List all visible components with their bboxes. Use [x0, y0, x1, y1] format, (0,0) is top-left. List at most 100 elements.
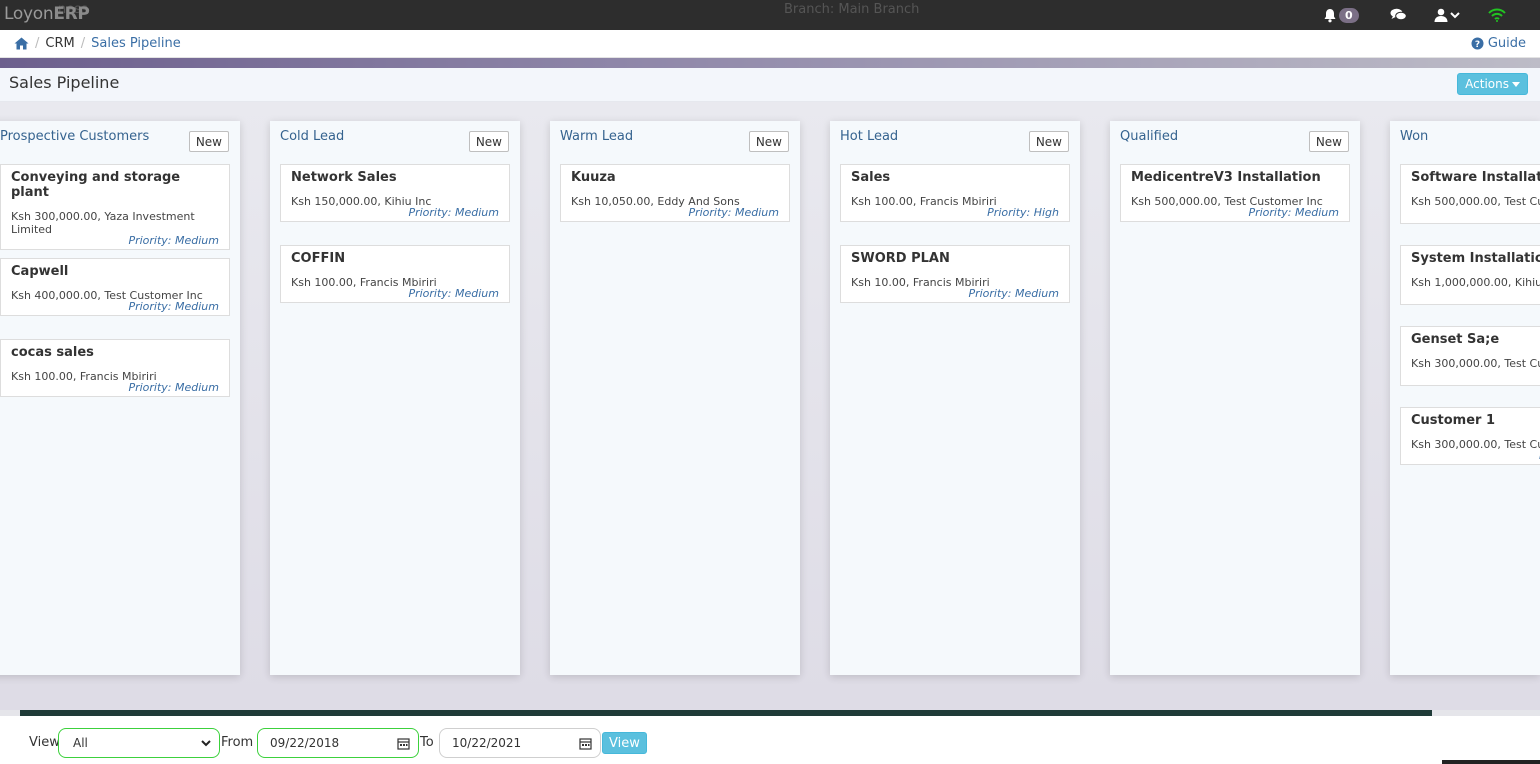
page-title: Sales Pipeline: [9, 73, 120, 92]
deal-title: System Installation: [1411, 251, 1540, 266]
deal-title: Sales: [851, 170, 891, 185]
deal-title: Network Sales: [291, 170, 397, 185]
chat-icon: [1390, 8, 1407, 21]
deal-card[interactable]: Kuuza Ksh 10,050.00, Eddy And Sons Prior…: [560, 164, 790, 222]
guide-label: Guide: [1487, 36, 1526, 51]
caret-down-icon: [1450, 12, 1460, 19]
guide-link[interactable]: ? Guide: [1471, 36, 1526, 51]
column-title: Hot Lead: [840, 129, 899, 144]
deal-priority: Priority: Medium: [128, 381, 219, 394]
to-date-input[interactable]: 10/22/2021: [439, 728, 601, 758]
deal-title: Customer 1: [1411, 413, 1496, 428]
new-deal-button[interactable]: New: [748, 131, 789, 152]
deal-card[interactable]: System Installation Ksh 1,000,000.00, Ki…: [1400, 245, 1540, 305]
deal-card[interactable]: Sales Ksh 100.00, Francis Mbiriri Priori…: [840, 164, 1070, 222]
deal-title: Kuuza: [571, 170, 616, 185]
deal-priority: Priority: Medium: [408, 287, 499, 300]
column-title: Won: [1400, 129, 1429, 144]
user-menu-button[interactable]: [1434, 6, 1460, 24]
messages-button[interactable]: [1390, 6, 1407, 24]
to-date-value: 10/22/2021: [452, 736, 522, 750]
wifi-icon: [1488, 8, 1506, 22]
deal-title: Capwell: [11, 264, 69, 279]
decorative-band: [0, 58, 1540, 68]
new-deal-button[interactable]: New: [188, 131, 229, 152]
filter-bar: View All From 09/22/2018 To 10/22/2021 V…: [0, 716, 1540, 764]
svg-text:?: ?: [1475, 40, 1480, 50]
deal-title: COFFIN: [291, 251, 346, 266]
branch-name-ghost: Branch: Main Branch: [784, 2, 920, 17]
deal-card[interactable]: Customer 1 Ksh 300,000.00, Test Cus P: [1400, 407, 1540, 465]
deal-priority: Priority: Medium: [1248, 206, 1339, 219]
user-icon: [1434, 8, 1448, 22]
caret-down-icon: [1512, 81, 1520, 87]
deal-title: Conveying and storage plant: [11, 170, 181, 200]
notifications-badge: 0: [1339, 7, 1359, 23]
column-title: Prospective Customers: [0, 129, 150, 144]
pipeline-column: Warm Lead New Kuuza Ksh 10,050.00, Eddy …: [550, 121, 800, 675]
actions-button[interactable]: Actions: [1457, 73, 1528, 95]
pipeline-column: Hot Lead New Sales Ksh 100.00, Francis M…: [830, 121, 1080, 675]
deal-card[interactable]: Network Sales Ksh 150,000.00, Kihiu Inc …: [280, 164, 510, 222]
new-deal-button[interactable]: New: [468, 131, 509, 152]
brand-light: Loyon: [4, 4, 54, 24]
breadcrumb-bar: / CRM / Sales Pipeline ? Guide: [0, 30, 1540, 58]
home-icon[interactable]: [14, 37, 29, 50]
breadcrumb: / CRM / Sales Pipeline: [14, 36, 181, 51]
deal-card[interactable]: Software Installation Ksh 500,000.00, Te…: [1400, 164, 1540, 224]
deal-priority: Priority: Medium: [128, 300, 219, 313]
calendar-icon[interactable]: [579, 737, 592, 750]
deal-card[interactable]: Conveying and storage plant Ksh 300,000.…: [0, 164, 230, 250]
deal-card[interactable]: Capwell Ksh 400,000.00, Test Customer In…: [0, 258, 230, 316]
deal-title: SWORD PLAN: [851, 251, 950, 266]
deal-card[interactable]: MedicentreV3 Installation Ksh 500,000.00…: [1120, 164, 1350, 222]
pipeline-column: Won Software Installation Ksh 500,000.00…: [1390, 121, 1540, 675]
bell-icon: [1324, 8, 1336, 22]
from-date-input[interactable]: 09/22/2018: [257, 728, 419, 758]
deal-priority: P: [1411, 449, 1540, 464]
deal-meta: Ksh 300,000.00, Test Cus: [1411, 438, 1540, 451]
column-title: Qualified: [1120, 129, 1179, 144]
pipeline-column: Prospective Customers New Conveying and …: [0, 121, 240, 675]
deal-title: Software Installation: [1411, 170, 1540, 185]
deal-card[interactable]: COFFIN Ksh 100.00, Francis Mbiriri Prior…: [280, 245, 510, 303]
from-date-label: From: [221, 735, 254, 750]
deal-title: cocas sales: [11, 345, 94, 360]
taskbar-edge: [1442, 760, 1540, 764]
new-deal-button[interactable]: New: [1028, 131, 1069, 152]
pipeline-column: Qualified New MedicentreV3 Installation …: [1110, 121, 1360, 675]
view-button[interactable]: View: [602, 732, 647, 754]
deal-priority: Priority: Medium: [408, 206, 499, 219]
brand-logo[interactable]: LoyonERP: [4, 4, 90, 24]
deal-title: MedicentreV3 Installation: [1131, 170, 1321, 185]
page-header: Sales Pipeline Actions: [0, 68, 1540, 102]
new-deal-button[interactable]: New: [1308, 131, 1349, 152]
deal-title: Genset Sa;e: [1411, 332, 1500, 347]
breadcrumb-crm[interactable]: CRM: [45, 36, 74, 51]
pipeline-column: Cold Lead New Network Sales Ksh 150,000.…: [270, 121, 520, 675]
deal-card[interactable]: Genset Sa;e Ksh 300,000.00, Test Cus: [1400, 326, 1540, 386]
view-filter-select[interactable]: All: [58, 728, 220, 758]
question-circle-icon: ?: [1471, 37, 1484, 50]
actions-label: Actions: [1465, 77, 1509, 91]
column-title: Warm Lead: [560, 129, 634, 144]
to-date-label: To: [420, 735, 434, 750]
view-filter-label: View: [29, 735, 60, 750]
deal-card[interactable]: SWORD PLAN Ksh 10.00, Francis Mbiriri Pr…: [840, 245, 1070, 303]
deal-priority: Priority: Medium: [128, 234, 219, 247]
calendar-icon[interactable]: [397, 737, 410, 750]
column-title: Cold Lead: [280, 129, 345, 144]
deal-meta: Ksh 500,000.00, Test Cus: [1411, 195, 1540, 208]
deal-priority: Priority: Medium: [968, 287, 1059, 300]
view-filter-value: All: [73, 736, 88, 750]
deal-meta: Ksh 300,000.00, Test Cus: [1411, 357, 1540, 370]
deal-card[interactable]: cocas sales Ksh 100.00, Francis Mbiriri …: [0, 339, 230, 397]
connection-status: [1488, 6, 1506, 24]
brand-bold: ERP: [53, 4, 90, 24]
breadcrumb-sales-pipeline[interactable]: Sales Pipeline: [91, 36, 181, 51]
chevron-down-icon: [201, 739, 211, 746]
deal-meta: Ksh 300,000.00, Yaza Investment Limited: [11, 210, 195, 236]
deal-meta: Ksh 1,000,000.00, Kihiu In: [1411, 276, 1540, 289]
pipeline-board: Prospective Customers New Conveying and …: [0, 102, 1540, 710]
notifications-button[interactable]: 0: [1323, 6, 1359, 24]
